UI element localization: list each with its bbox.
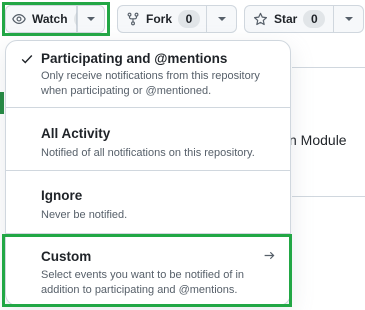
star-label: Star <box>274 12 298 26</box>
fork-button-group: Fork 0 <box>117 5 237 33</box>
arrow-right-icon <box>263 249 276 267</box>
background-divider-top <box>292 67 365 68</box>
fork-count: 0 <box>178 10 201 28</box>
watch-label: Watch <box>32 12 68 26</box>
checkmark-icon <box>20 52 34 71</box>
fork-label: Fork <box>146 12 173 26</box>
menu-item-title: Ignore <box>41 188 83 203</box>
eye-icon <box>12 11 26 27</box>
menu-item-description: Only receive notifications from this rep… <box>41 70 260 97</box>
chevron-down-icon <box>87 17 95 21</box>
star-dropdown-button[interactable] <box>334 5 364 33</box>
star-count: 0 <box>303 10 326 28</box>
chevron-down-icon <box>344 17 353 21</box>
star-button-group: Star 0 <box>244 5 364 33</box>
menu-item-description: Notified of all notifications on this re… <box>41 147 255 159</box>
star-icon <box>253 11 268 27</box>
menu-item-ignore[interactable]: Ignore Never be notified. <box>6 171 290 233</box>
menu-item-description: Select events you want to be notified of… <box>41 269 245 296</box>
menu-item-participating[interactable]: Participating and @mentions Only receive… <box>6 41 290 107</box>
star-button[interactable]: Star 0 <box>244 5 334 33</box>
fork-button[interactable]: Fork 0 <box>117 5 207 33</box>
background-accent-bar <box>0 92 4 114</box>
watch-button[interactable]: Watch 0 <box>5 5 96 33</box>
fork-icon <box>126 11 140 27</box>
menu-item-description: Never be notified. <box>41 209 128 221</box>
fork-dropdown-button[interactable] <box>207 5 237 33</box>
menu-item-all-activity[interactable]: All Activity Notified of all notificatio… <box>6 108 290 170</box>
menu-item-custom[interactable]: Custom Select events you want to be noti… <box>6 234 290 305</box>
menu-item-title: All Activity <box>41 126 111 141</box>
notifications-dropdown: Participating and @mentions Only receive… <box>5 40 291 306</box>
background-heading-fragment: n Module <box>289 132 347 148</box>
menu-item-title: Participating and @mentions <box>41 51 228 66</box>
menu-item-title: Custom <box>41 249 92 264</box>
watch-button-group: Watch 0 <box>5 5 105 33</box>
background-divider-bottom <box>292 196 365 197</box>
watch-dropdown-button[interactable] <box>77 5 105 33</box>
chevron-down-icon <box>217 17 226 21</box>
